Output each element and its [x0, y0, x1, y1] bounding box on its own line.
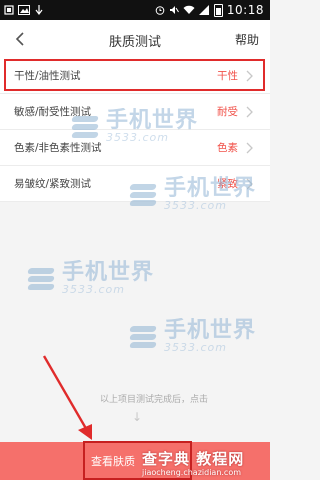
status-bar: 10:18: [0, 0, 270, 20]
watermark-sub: 3533.com: [62, 283, 125, 296]
test-item-oil[interactable]: 干性/油性测试 干性: [0, 58, 270, 94]
watermark-sub: 3533.com: [106, 131, 169, 144]
watermark-text: 手机世界: [164, 318, 257, 343]
site-watermark-url: jiaocheng.chazidian.com: [142, 468, 242, 477]
help-button[interactable]: 帮助: [235, 31, 259, 48]
title-bar: 肤质测试 帮助: [0, 20, 270, 59]
watermark-text: 手机世界: [106, 108, 199, 133]
test-item-result: 干性: [217, 70, 238, 82]
watermark: 手机世界 3533.com: [27, 260, 155, 296]
annotation-arrow-icon: [42, 355, 92, 440]
hint-text: 以上项目测试完成后，点击: [100, 395, 209, 405]
site-watermark-name: 查字典 教程网: [142, 450, 245, 468]
watermark-logo-icon: [27, 264, 58, 294]
button-label: 查看肤质: [91, 455, 135, 468]
arrow-down-icon: ↓: [132, 410, 143, 424]
test-item-result: 耐受: [217, 106, 238, 118]
battery-icon: [213, 3, 223, 17]
test-item-label: 干性/油性测试: [14, 70, 81, 82]
watermark-text: 手机世界: [164, 176, 257, 201]
watermark-sub: 3533.com: [164, 199, 227, 212]
status-time: 10:18: [226, 3, 264, 17]
watermark: 手机世界 3533.com: [71, 108, 199, 144]
watermark-logo-icon: [71, 112, 102, 142]
watermark-logo-icon: [129, 180, 160, 210]
alarm-icon: [155, 6, 165, 15]
test-item-result: 色素: [217, 142, 238, 154]
chevron-right-icon: [246, 142, 258, 154]
signal-icon: [198, 5, 209, 15]
watermark-text: 手机世界: [62, 260, 155, 285]
usb-icon: [35, 5, 43, 15]
watermark-sub: 3533.com: [164, 341, 227, 354]
watermark: 手机世界 3533.com: [129, 176, 257, 212]
watermark: 手机世界 3533.com: [129, 318, 257, 354]
mute-icon: [169, 6, 179, 14]
chevron-right-icon: [246, 70, 258, 82]
wifi-icon: [183, 5, 195, 14]
chevron-right-icon: [246, 106, 258, 118]
notification-icon: [4, 5, 14, 15]
watermark-logo-icon: [129, 322, 160, 352]
image-notification-icon: [18, 5, 30, 15]
page-title: 肤质测试: [108, 35, 161, 50]
site-watermark: 查字典 教程网 jiaocheng.chazidian.com: [142, 448, 244, 477]
test-item-label: 易皱纹/紧致测试: [14, 178, 92, 190]
